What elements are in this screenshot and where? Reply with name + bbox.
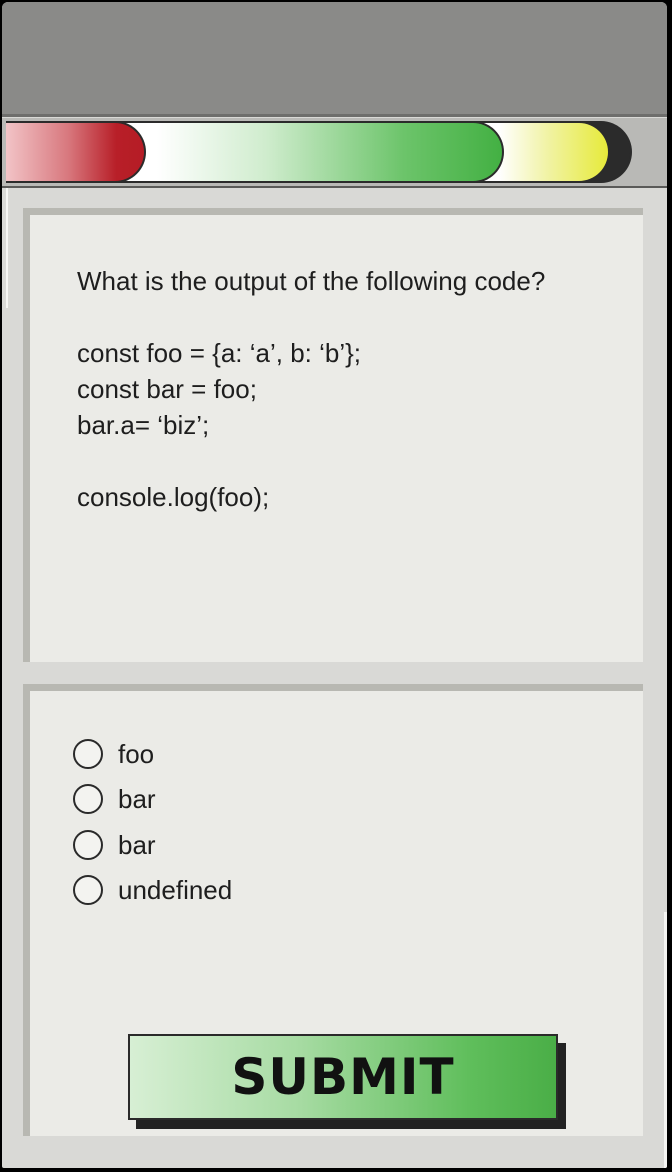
progress-segment-correct [110, 121, 504, 183]
app-window: What is the output of the following code… [2, 2, 667, 1168]
radio-button[interactable] [73, 830, 103, 860]
progress-bar [2, 118, 667, 188]
option-label: foo [118, 738, 155, 769]
radio-button[interactable] [73, 875, 103, 905]
option-label: undefined [118, 874, 233, 905]
progress-segment-wrong [6, 121, 146, 183]
header-bar [2, 2, 667, 117]
radio-button[interactable] [73, 784, 103, 814]
option-label: bar [118, 829, 156, 860]
scrollbar-right[interactable] [664, 912, 667, 1168]
submit-button[interactable]: SUBMIT [128, 1034, 558, 1120]
code-line: const bar = foo; [77, 374, 257, 404]
code-block: const foo = {a: ‘a’, b: ‘b’}; const bar … [77, 335, 361, 515]
question-text: What is the output of the following code… [77, 266, 546, 296]
radio-button[interactable] [73, 739, 103, 769]
answer-option-bar[interactable]: bar [73, 779, 156, 819]
code-line: const foo = {a: ‘a’, b: ‘b’}; [77, 338, 362, 368]
quiz-app: What is the output of the following code… [0, 0, 672, 1172]
answer-option-undefined[interactable]: undefined [73, 870, 232, 910]
answer-panel: foo bar bar undefined SUBMIT [23, 684, 643, 1136]
question-panel: What is the output of the following code… [23, 208, 643, 662]
answer-option-bar-2[interactable]: bar [73, 825, 156, 865]
scrollbar-left[interactable] [6, 188, 8, 308]
code-line: bar.a= ‘biz’; [77, 410, 210, 440]
code-line: console.log(foo); [77, 482, 270, 512]
answer-option-foo[interactable]: foo [73, 734, 154, 774]
option-label: bar [118, 783, 156, 814]
